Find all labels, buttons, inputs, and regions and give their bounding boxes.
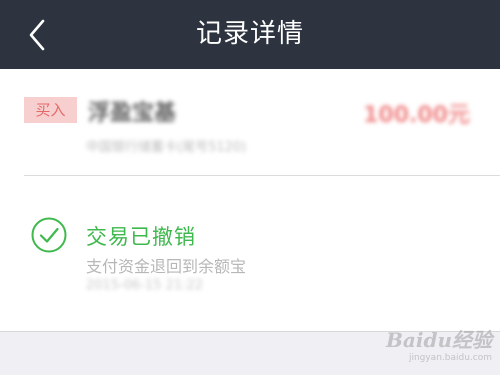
nav-header: 记录详情 [0, 0, 500, 69]
watermark-logo: Baidu经验 [386, 328, 492, 352]
record-card: 买入 浮盈宝基 100.00元 中国银行储蓄卡(尾号5120) 交易已撤销 支付… [0, 69, 500, 331]
check-circle-icon [31, 217, 67, 253]
watermark-url: jingyan.baidu.com [408, 353, 492, 363]
fund-name: 浮盈宝基 [88, 101, 177, 126]
status-title: 交易已撤销 [86, 225, 196, 249]
payment-info: 中国银行储蓄卡(尾号5120) [86, 140, 247, 155]
status-description: 支付资金退回到余额宝 [86, 257, 247, 276]
watermark: Baidu经验 jingyan.baidu.com [386, 324, 492, 363]
page-title: 记录详情 [195, 19, 304, 49]
amount: 100.00元 [363, 103, 470, 128]
status-time: 2015-06-15 21:22 [86, 278, 204, 293]
divider [24, 175, 500, 176]
buy-badge: 买入 [24, 97, 77, 123]
